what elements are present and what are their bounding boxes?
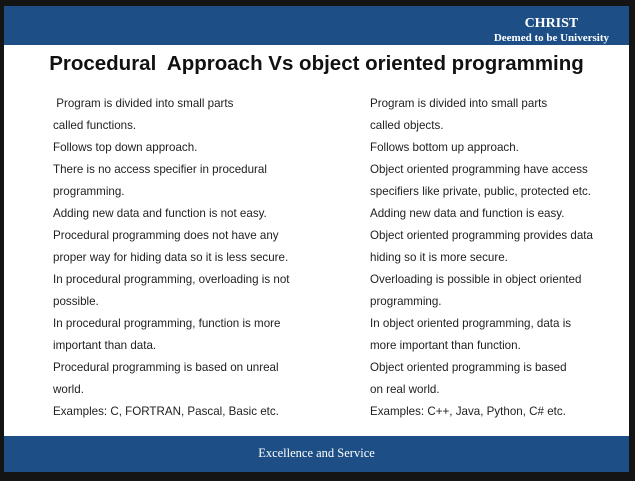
slide-title: Procedural Approach Vs object oriented p…	[49, 52, 584, 75]
slide: CHRIST Deemed to be University Procedura…	[4, 6, 629, 472]
procedural-line: programming.	[53, 185, 125, 198]
university-logo-text: CHRIST Deemed to be University	[494, 16, 609, 46]
footer-band: Excellence and Service	[4, 436, 629, 472]
oop-line: on real world.	[370, 383, 440, 396]
procedural-line: Examples: C, FORTRAN, Pascal, Basic etc.	[53, 405, 279, 418]
oop-line: Overloading is possible in object orient…	[370, 273, 582, 286]
oop-line: Program is divided into small parts	[370, 97, 548, 110]
oop-line: more important than function.	[370, 339, 521, 352]
procedural-line: possible.	[53, 295, 99, 308]
oop-line: In object oriented programming, data is	[370, 317, 572, 330]
procedural-line: In procedural programming, overloading i…	[53, 273, 290, 286]
procedural-line: Program is divided into small parts	[53, 97, 234, 110]
procedural-line: proper way for hiding data so it is less…	[53, 251, 289, 264]
oop-line: hiding so it is more secure.	[370, 251, 508, 264]
oop-line: Follows bottom up approach.	[370, 141, 519, 154]
oop-line: called objects.	[370, 119, 444, 132]
procedural-line: Procedural programming is based on unrea…	[53, 361, 279, 374]
oop-line: Adding new data and function is easy.	[370, 207, 565, 220]
oop-line: Object oriented programming have access	[370, 163, 588, 176]
procedural-line: Procedural programming does not have any	[53, 229, 279, 242]
header-band: CHRIST Deemed to be University	[4, 6, 629, 45]
oop-column: Program is divided into small parts call…	[370, 93, 593, 423]
footer-motto: Excellence and Service	[258, 446, 375, 460]
brand-name: CHRIST	[524, 16, 579, 31]
procedural-line: important than data.	[53, 339, 157, 352]
procedural-line: world.	[53, 383, 84, 396]
oop-line: programming.	[370, 295, 442, 308]
procedural-line: Adding new data and function is not easy…	[53, 207, 267, 220]
oop-line: Object oriented programming is based	[370, 361, 567, 374]
oop-line: Object oriented programming provides dat…	[370, 229, 593, 242]
brand-subtitle: Deemed to be University	[493, 32, 609, 44]
oop-line: Examples: C++, Java, Python, C# etc.	[370, 405, 566, 418]
procedural-line: In procedural programming, function is m…	[53, 317, 281, 330]
procedural-line: Follows top down approach.	[53, 141, 198, 154]
procedural-line: called functions.	[53, 119, 137, 132]
procedural-column: Program is divided into small parts call…	[53, 93, 290, 423]
procedural-line: There is no access specifier in procedur…	[53, 163, 267, 176]
oop-line: specifiers like private, public, protect…	[370, 185, 592, 198]
